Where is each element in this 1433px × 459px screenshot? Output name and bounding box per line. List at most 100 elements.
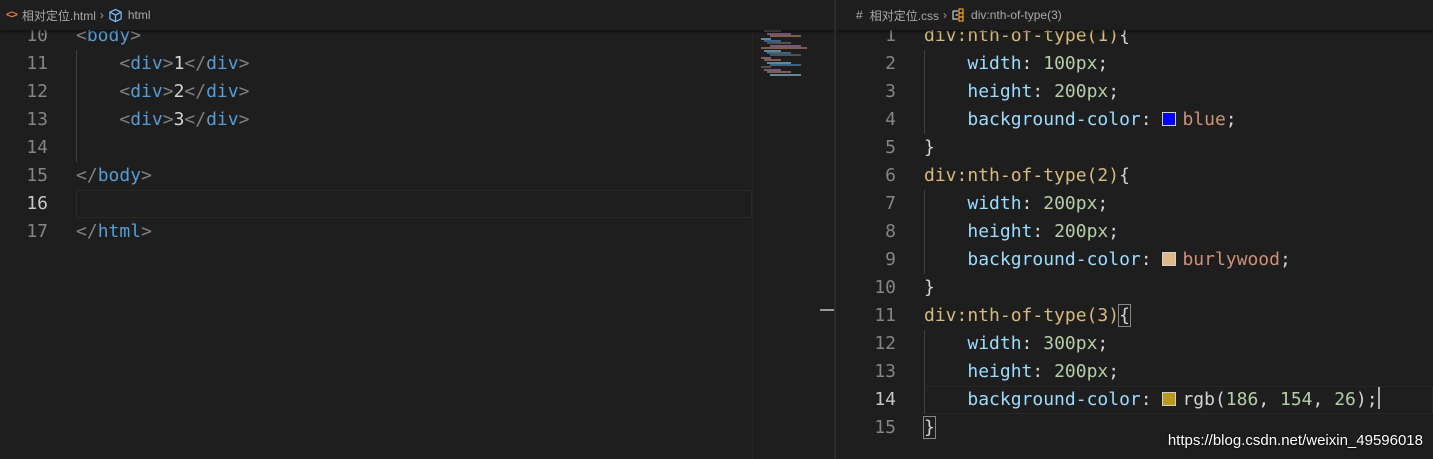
code-text[interactable]: <div>2</div> [76,78,249,106]
code-line[interactable]: 13 <div>3</div> [0,106,834,134]
code-text[interactable]: } [923,414,936,442]
minimap[interactable] [752,22,834,459]
color-swatch[interactable] [1162,112,1177,126]
line-number: 4 [885,109,896,130]
code-text[interactable]: background-color: burlywood; [924,246,1290,274]
code-token: ; [1097,53,1109,74]
code-token: > [141,165,152,186]
code-token: div [130,81,163,102]
code-text[interactable]: <div>1</div> [76,50,249,78]
code-line[interactable]: 3 height: 200px; [836,78,1433,106]
code-line[interactable]: 11 <div>1</div> [0,50,834,78]
code-token: < [119,109,131,130]
code-text[interactable]: } [924,134,935,162]
line-number: 17 [26,221,48,242]
text-cursor [1377,387,1380,409]
code-line[interactable]: 12 <div>2</div> [0,78,834,106]
code-line[interactable]: 5} [836,134,1433,162]
line-number: 3 [885,81,896,102]
breadcrumb-symbol[interactable]: div:nth-of-type(3) [951,8,1062,22]
breadcrumb-symbol[interactable]: html [108,8,151,23]
color-swatch[interactable] [1162,252,1177,266]
code-token: ; [1108,81,1120,102]
code-token: width [967,193,1022,214]
code-text[interactable]: } [924,274,935,302]
code-line[interactable]: 4 background-color: blue; [836,106,1433,134]
code-line[interactable]: 7 width: 200px; [836,190,1433,218]
breadcrumb-file[interactable]: <> 相对定位.html [6,7,96,24]
code-line[interactable]: 14 background-color: rgb(186, 154, 26); [836,386,1433,414]
code-line[interactable]: 14 [0,134,834,162]
code-token: width [967,53,1022,74]
code-token: </ [76,165,98,186]
code-token: : [1140,389,1163,410]
code-line[interactable]: 2 width: 100px; [836,50,1433,78]
left-code-area[interactable]: 10 <body> 11 <div>1</div> 12 <div>2</div> 13… [0,22,834,246]
code-text[interactable]: div:nth-of-type(2){ [924,162,1130,190]
code-line[interactable]: 16 [0,190,834,218]
cube-icon [108,8,123,23]
code-line[interactable]: 8 height: 200px; [836,218,1433,246]
code-token: 100px [1043,53,1098,74]
right-code-area[interactable]: 1 div:nth-of-type(1){2 width: 100px; 3 hei… [836,22,1433,442]
line-number: 9 [885,249,896,270]
line-number: 14 [874,389,896,410]
code-token: div [130,109,163,130]
indent-guide [924,190,925,274]
code-text[interactable]: width: 100px; [924,50,1108,78]
code-token: blue [1182,109,1226,130]
indent-guide [924,330,925,414]
code-text[interactable]: <div>3</div> [76,106,249,134]
left-editor-pane[interactable]: <> 相对定位.html › html 10 <body> 11 <div>1</d… [0,0,834,459]
code-line[interactable]: 10} [836,274,1433,302]
code-token: : [1021,333,1044,354]
breadcrumb-file[interactable]: # 相对定位.css [856,7,939,24]
code-text[interactable]: background-color: blue; [924,106,1236,134]
code-token: </ [76,221,98,242]
code-text[interactable]: </body> [76,162,152,190]
code-text[interactable]: </html> [76,218,152,246]
breadcrumb-symbol-label: div:nth-of-type(3) [971,8,1062,22]
code-line[interactable]: 9 background-color: burlywood; [836,246,1433,274]
code-token: div:nth-of-type(3) [924,305,1120,326]
line-number: 5 [885,137,896,158]
code-token: ; [1097,193,1109,214]
code-line[interactable]: 13 height: 200px; [836,358,1433,386]
html-file-icon: <> [6,9,18,21]
code-text[interactable]: height: 200px; [924,78,1119,106]
scrollbar-thumb[interactable] [820,309,834,311]
line-number: 15 [874,417,896,438]
code-text[interactable]: width: 200px; [924,190,1108,218]
code-line[interactable]: 12 width: 300px; [836,330,1433,358]
code-line[interactable]: 17 </html> [0,218,834,246]
code-token: { [1118,304,1131,327]
line-number: 2 [885,53,896,74]
code-token: 3 [173,109,185,130]
code-token: body [97,165,142,186]
left-breadcrumb: <> 相对定位.html › html [0,0,834,30]
code-text[interactable]: height: 200px; [924,218,1119,246]
right-editor-pane[interactable]: # 相对定位.css › div:nth-of-type(3) 1 div:nth… [836,0,1433,459]
code-text[interactable]: height: 200px; [924,358,1119,386]
code-token: 2 [173,81,185,102]
code-text[interactable]: div:nth-of-type(3){ [924,302,1131,330]
code-token: : [1032,81,1055,102]
code-line[interactable]: 11 div:nth-of-type(3){ [836,302,1433,330]
code-text[interactable]: background-color: rgb(186, 154, 26); [924,386,1380,414]
code-token: div [206,109,239,130]
code-token: : [1021,193,1044,214]
code-token: : [1032,361,1055,382]
code-line[interactable]: 15 </body> [0,162,834,190]
code-token: > [238,81,250,102]
line-number: 16 [26,193,48,214]
code-line[interactable]: 6 div:nth-of-type(2){ [836,162,1433,190]
css-file-icon: # [856,8,863,22]
color-swatch[interactable] [1162,392,1177,406]
code-token: background-color [967,109,1141,130]
code-text[interactable]: width: 300px; [924,330,1108,358]
